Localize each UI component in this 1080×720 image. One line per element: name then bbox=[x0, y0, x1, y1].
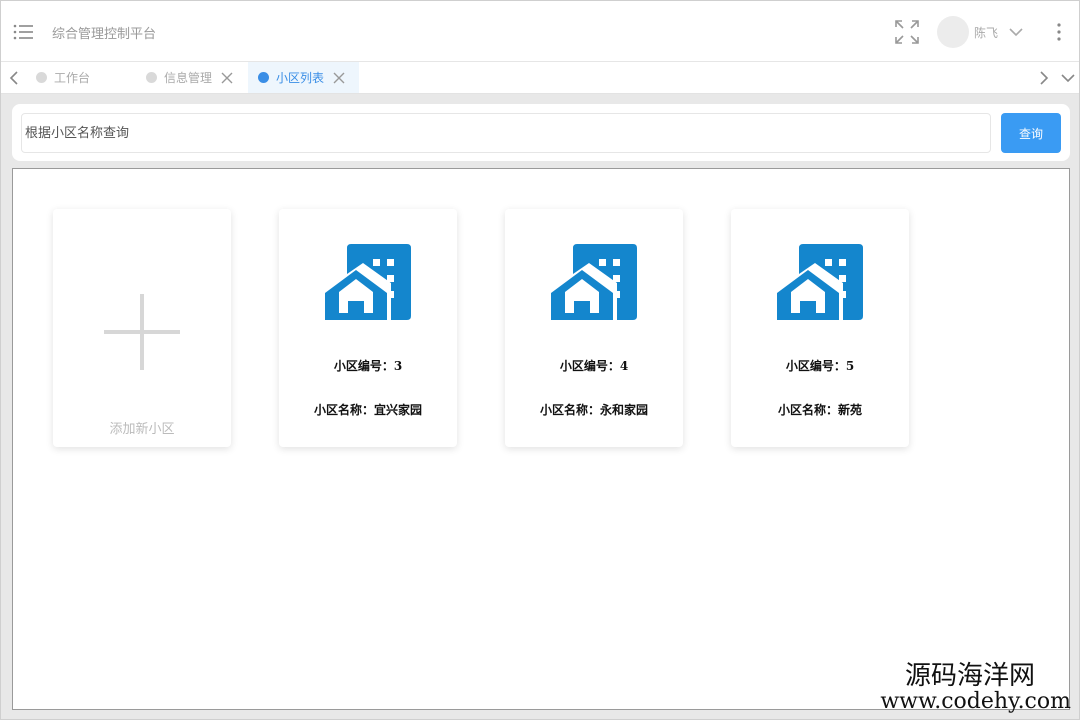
building-icon bbox=[777, 244, 863, 320]
tab-label: 小区列表 bbox=[276, 71, 325, 85]
tab-status-dot bbox=[36, 72, 47, 83]
community-card[interactable]: 小区编号：3 小区名称：宜兴家园 bbox=[279, 209, 457, 447]
close-icon[interactable] bbox=[221, 72, 233, 84]
community-card[interactable]: 小区编号：5 小区名称：新苑 bbox=[731, 209, 909, 447]
watermark-cn: 源码海洋网 bbox=[904, 661, 1035, 691]
user-avatar[interactable] bbox=[937, 16, 969, 48]
tab-label: 工作台 bbox=[54, 71, 91, 85]
more-vertical-icon[interactable] bbox=[1051, 20, 1067, 44]
building-icon bbox=[551, 244, 637, 320]
add-community-label: 添加新小区 bbox=[109, 422, 175, 437]
app-title: 综合管理控制平台 bbox=[52, 27, 157, 42]
site-watermark: 源码海洋网 www.codehy.com bbox=[861, 663, 1071, 713]
close-icon[interactable] bbox=[333, 72, 345, 84]
search-panel: 查询 bbox=[12, 104, 1070, 161]
top-header: 综合管理控制平台 陈飞 bbox=[1, 1, 1079, 62]
tab-community-list[interactable]: 小区列表 bbox=[248, 62, 359, 93]
app-frame: 综合管理控制平台 陈飞 工作台 信息管理 小区列表 根据小区名称查询 查询 添加… bbox=[0, 0, 1080, 720]
search-input[interactable] bbox=[21, 113, 991, 153]
user-name[interactable]: 陈飞 bbox=[974, 24, 998, 41]
community-name: 小区名称：永和家园 bbox=[539, 403, 648, 417]
community-code: 小区编号：3 bbox=[333, 359, 403, 373]
chevron-right-icon[interactable] bbox=[1037, 70, 1051, 86]
plus-icon bbox=[104, 294, 180, 370]
watermark-url: www.codehy.com bbox=[880, 689, 1071, 714]
chevron-down-icon[interactable] bbox=[1060, 71, 1076, 85]
building-icon bbox=[325, 244, 411, 320]
community-list-panel: 添加新小区 小区编号：3 小区名称：宜兴家园 小区编号：4 小区名称：永和家园 … bbox=[12, 168, 1070, 710]
chevron-left-icon[interactable] bbox=[7, 70, 21, 86]
community-card[interactable]: 小区编号：4 小区名称：永和家园 bbox=[505, 209, 683, 447]
tab-bar: 工作台 信息管理 小区列表 bbox=[1, 62, 1079, 94]
fullscreen-icon[interactable] bbox=[894, 19, 920, 45]
community-name: 小区名称：宜兴家园 bbox=[313, 403, 422, 417]
tab-status-dot bbox=[146, 72, 157, 83]
add-community-card[interactable]: 添加新小区 bbox=[53, 209, 231, 447]
search-button[interactable]: 查询 bbox=[1001, 113, 1061, 153]
community-code: 小区编号：5 bbox=[785, 359, 855, 373]
tab-workbench[interactable]: 工作台 bbox=[36, 62, 136, 93]
tab-status-dot bbox=[258, 72, 269, 83]
chevron-down-icon[interactable] bbox=[1007, 23, 1025, 41]
tab-info-management[interactable]: 信息管理 bbox=[146, 62, 246, 93]
community-code: 小区编号：4 bbox=[559, 359, 629, 373]
community-name: 小区名称：新苑 bbox=[777, 403, 862, 417]
menu-list-icon[interactable] bbox=[13, 23, 33, 41]
tab-label: 信息管理 bbox=[164, 71, 213, 85]
